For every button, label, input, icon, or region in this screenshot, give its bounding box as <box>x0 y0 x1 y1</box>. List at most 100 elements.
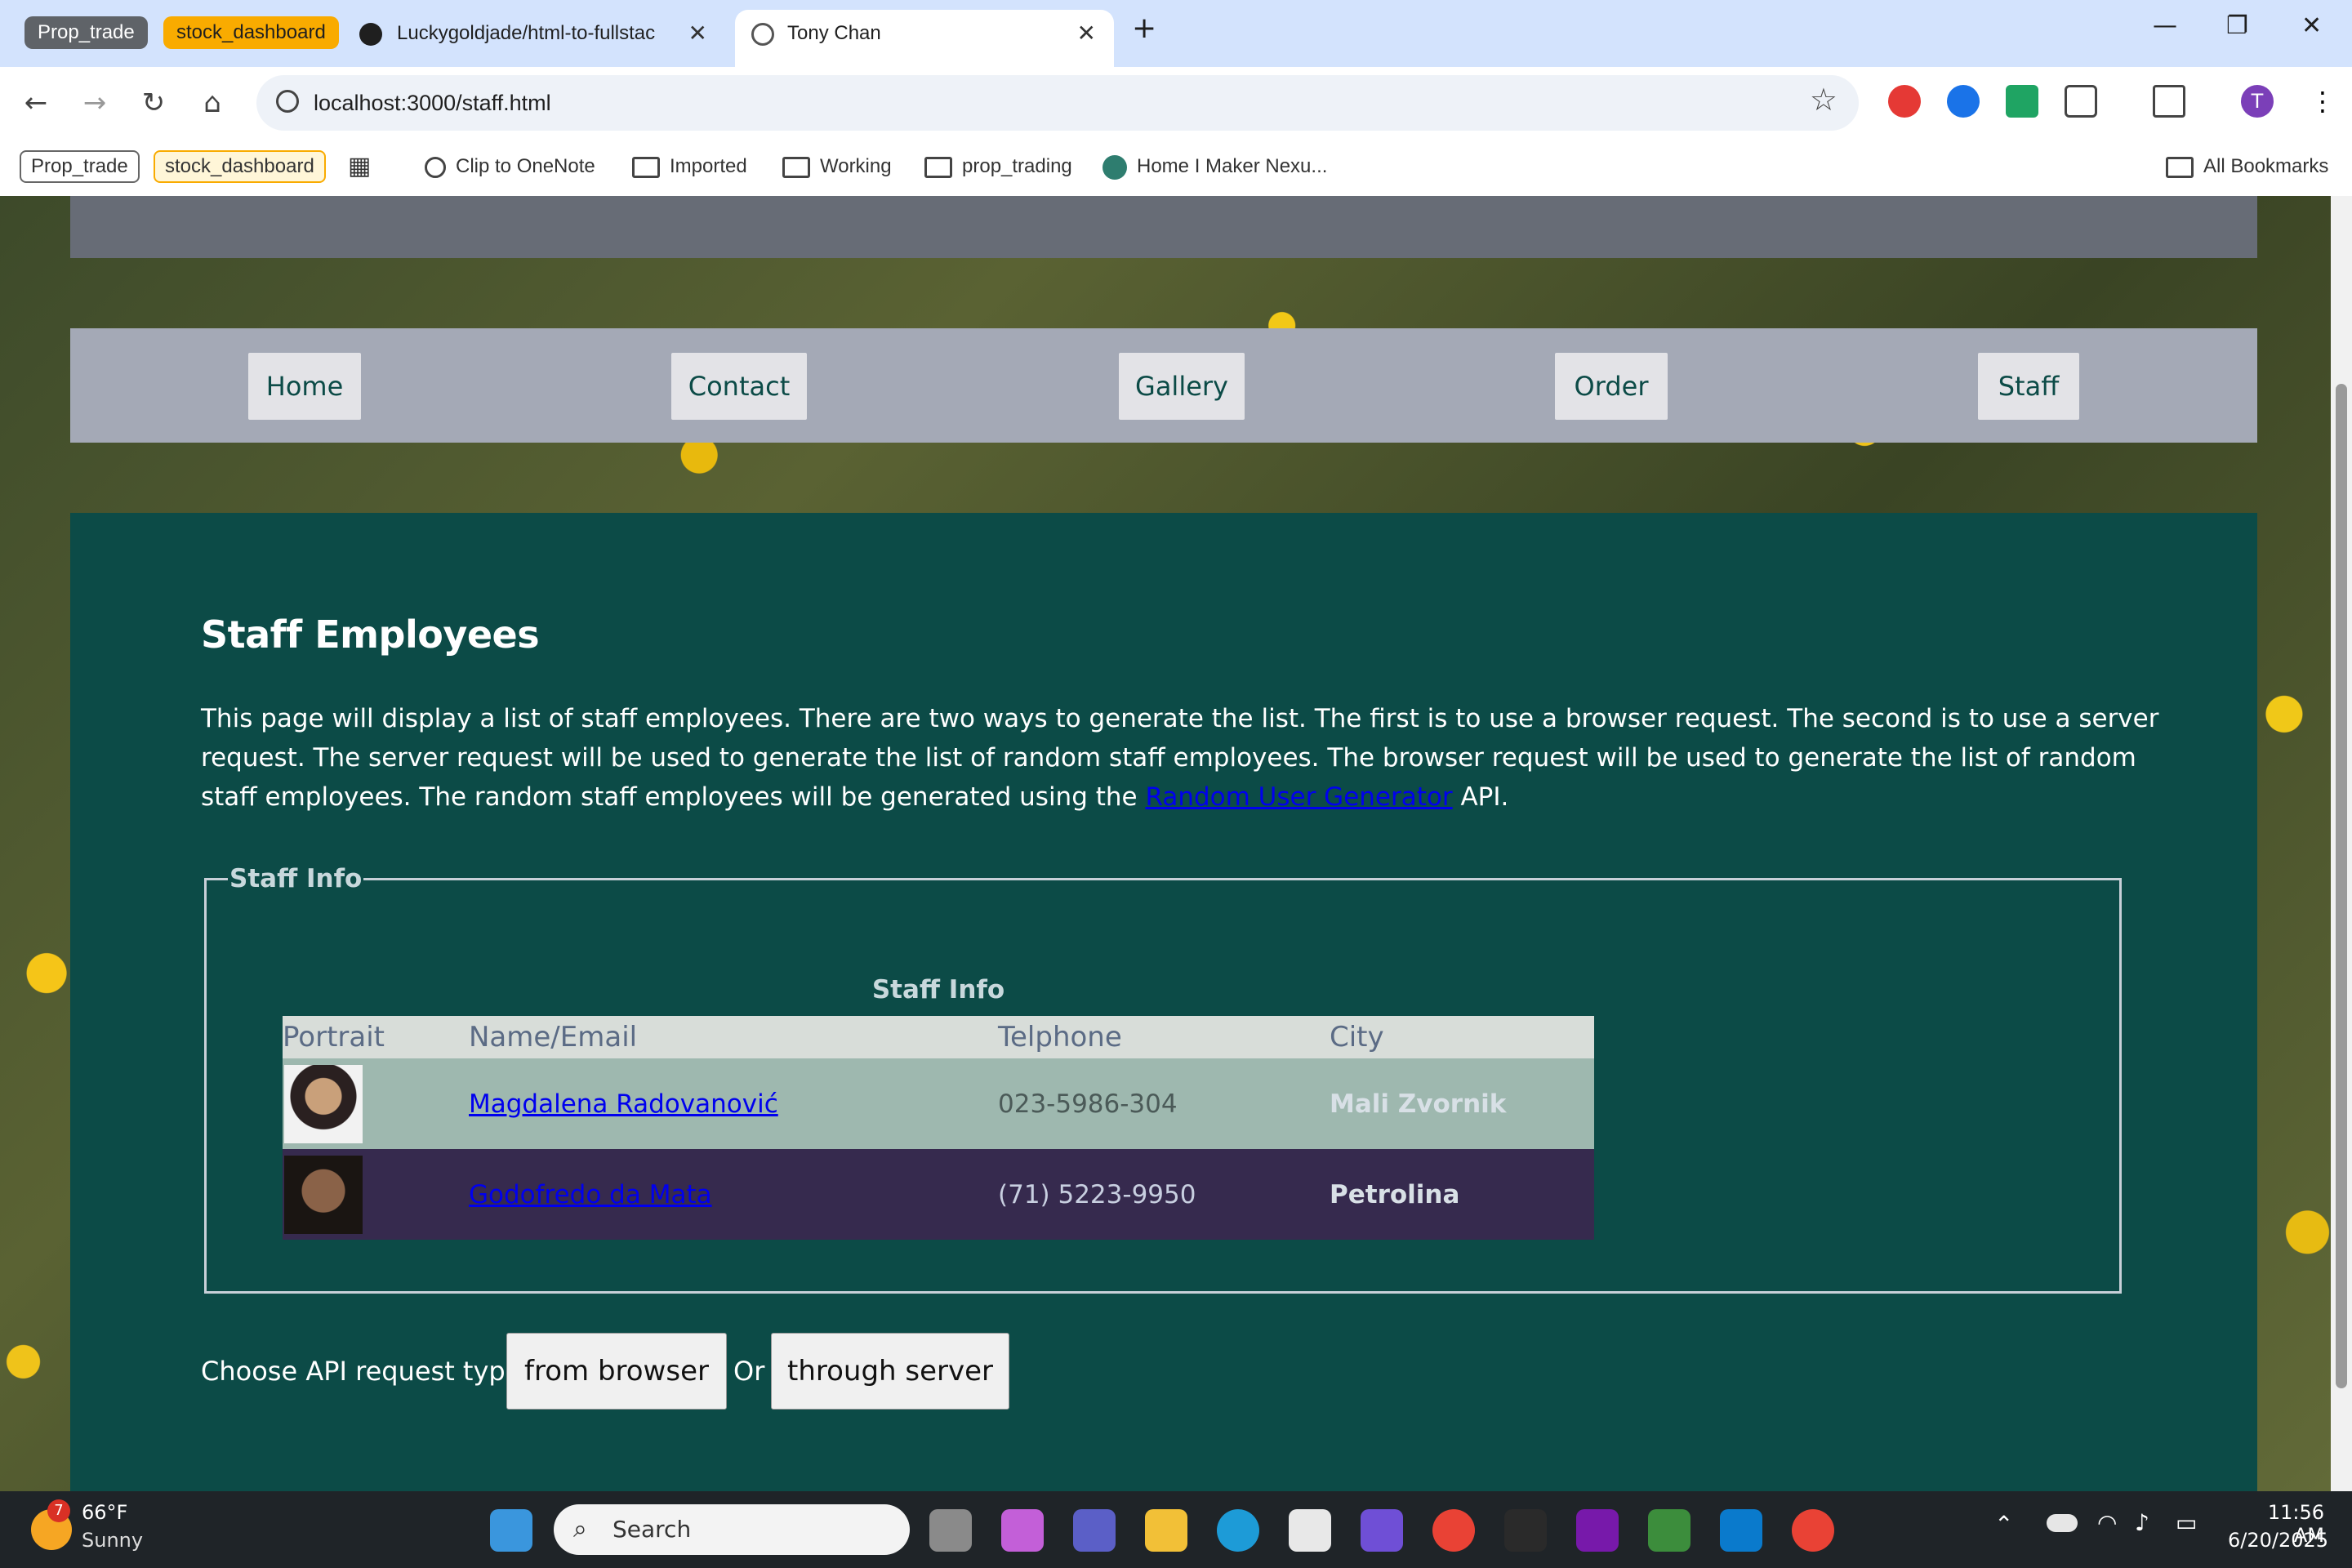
github-icon <box>359 23 382 46</box>
store-icon[interactable] <box>1289 1509 1331 1552</box>
close-window-icon[interactable]: ✕ <box>2301 11 2322 40</box>
nav-staff[interactable]: Staff <box>1978 353 2079 420</box>
profile-avatar[interactable]: T <box>2241 85 2274 118</box>
globe-icon <box>425 156 446 178</box>
vscode-icon[interactable] <box>1720 1509 1762 1552</box>
close-icon[interactable]: ✕ <box>688 10 707 57</box>
chrome-profile-icon[interactable] <box>1792 1509 1834 1552</box>
copilot-icon[interactable] <box>1001 1509 1044 1552</box>
tab-group-prop-trade[interactable]: Prop_trade <box>24 16 148 49</box>
folder-icon <box>924 156 952 178</box>
staff-name-link[interactable]: Godofredo da Mata <box>469 1180 712 1209</box>
weather-temp[interactable]: 66°F <box>82 1501 127 1524</box>
from-browser-button[interactable]: from browser <box>506 1333 727 1410</box>
globe-icon <box>751 23 774 46</box>
reload-icon[interactable]: ↻ <box>134 83 173 122</box>
menu-icon[interactable]: ⋮ <box>2306 85 2339 118</box>
bookmarks-bar: Prop_trade stock_dashboard ▦ Clip to One… <box>0 140 2352 197</box>
taskbar-search[interactable]: ⌕ Search <box>554 1504 910 1555</box>
tab-group-stock-dashboard[interactable]: stock_dashboard <box>163 16 339 49</box>
tab-search-icon[interactable] <box>2153 85 2185 118</box>
through-server-button[interactable]: through server <box>771 1333 1009 1410</box>
star-icon[interactable]: ☆ <box>1810 82 1838 118</box>
tab-active[interactable]: Tony Chan ✕ <box>735 10 1114 67</box>
table-row: Magdalena Radovanović 023-5986-304 Mali … <box>283 1058 1594 1149</box>
staff-info-fieldset: Staff Info Staff Info Portrait Name/Emai… <box>204 864 2122 1294</box>
task-view-icon[interactable] <box>929 1509 972 1552</box>
nav-gallery[interactable]: Gallery <box>1119 353 1245 420</box>
bookmark-group-stock-dashboard[interactable]: stock_dashboard <box>154 150 326 183</box>
m365-icon[interactable] <box>1361 1509 1403 1552</box>
search-icon: ⌕ <box>573 1515 587 1544</box>
nav-home[interactable]: Home <box>248 353 361 420</box>
vertical-scrollbar[interactable] <box>2331 196 2352 1491</box>
onedrive-icon[interactable] <box>2047 1514 2078 1532</box>
main-content: Staff Employees This page will display a… <box>70 513 2257 1491</box>
chrome-icon[interactable] <box>1432 1509 1475 1552</box>
wifi-icon[interactable]: ◠ <box>2097 1509 2117 1536</box>
teams-icon[interactable] <box>1073 1509 1116 1552</box>
zoom-icon[interactable] <box>1947 85 1980 118</box>
onenote-icon[interactable] <box>1576 1509 1619 1552</box>
acrobat-icon[interactable] <box>1504 1509 1547 1552</box>
restore-icon[interactable]: ❐ <box>2226 11 2248 40</box>
edge-icon[interactable] <box>1217 1509 1259 1552</box>
col-portrait: Portrait <box>283 1016 469 1058</box>
page-title: Staff Employees <box>201 612 540 657</box>
col-name-email: Name/Email <box>469 1016 998 1058</box>
folder-icon <box>632 156 660 178</box>
maker-nexus-icon <box>1102 154 1127 180</box>
col-telephone: Telphone <box>998 1016 1330 1058</box>
back-icon[interactable]: ← <box>16 83 56 122</box>
folder-icon <box>2166 156 2194 178</box>
random-user-generator-link[interactable]: Random User Generator <box>1145 782 1452 812</box>
bookmark-imported[interactable]: Imported <box>632 150 747 183</box>
table-header-row: Portrait Name/Email Telphone City <box>283 1016 1594 1058</box>
chevron-up-icon[interactable]: ⌃ <box>1994 1511 2013 1538</box>
scrollbar-thumb[interactable] <box>2336 384 2347 1388</box>
url-text[interactable]: localhost:3000/staff.html <box>314 75 551 131</box>
weather-text[interactable]: Sunny <box>82 1529 143 1552</box>
page-viewport: Home Contact Gallery Order Staff Staff E… <box>0 196 2331 1491</box>
start-icon[interactable] <box>490 1509 532 1552</box>
portrait-image <box>284 1155 363 1234</box>
staff-name-link[interactable]: Magdalena Radovanović <box>469 1089 778 1119</box>
address-bar[interactable]: localhost:3000/staff.html ☆ <box>256 75 1859 131</box>
maps-icon[interactable] <box>1648 1509 1690 1552</box>
col-city: City <box>1330 1016 1594 1058</box>
bookmark-maker-nexus[interactable]: Home I Maker Nexu... <box>1102 150 1327 183</box>
staff-phone: 023-5986-304 <box>998 1058 1330 1149</box>
nav-contact[interactable]: Contact <box>671 353 807 420</box>
clock-date[interactable]: 6/20/2025 <box>2228 1529 2328 1552</box>
staff-table: Portrait Name/Email Telphone City Magdal… <box>283 1016 1594 1240</box>
close-icon[interactable]: ✕ <box>1077 10 1096 57</box>
nav-order[interactable]: Order <box>1555 353 1668 420</box>
new-tab-icon[interactable]: + <box>1132 11 1156 45</box>
tab-github[interactable]: Luckygoldjade/html-to-fullstac ✕ <box>343 10 725 67</box>
file-explorer-icon[interactable] <box>1145 1509 1187 1552</box>
all-bookmarks[interactable]: All Bookmarks <box>2166 150 2328 183</box>
tab-title: Luckygoldjade/html-to-fullstac <box>397 22 656 44</box>
battery-icon[interactable]: ▭ <box>2176 1509 2197 1536</box>
taskbar: 7 66°F Sunny ⌕ Search ⌃ ◠ ♪ ▭ 11:56 AM 6… <box>0 1491 2352 1568</box>
apps-icon[interactable]: ▦ <box>348 150 371 183</box>
bookmark-working[interactable]: Working <box>782 150 892 183</box>
volume-icon[interactable]: ♪ <box>2135 1509 2149 1536</box>
forward-icon[interactable]: → <box>75 83 114 122</box>
minimize-icon[interactable]: — <box>2153 11 2177 40</box>
bookmark-clip-onenote[interactable]: Clip to OneNote <box>425 150 595 183</box>
weather-badge: 7 <box>47 1499 70 1522</box>
staff-city: Mali Zvornik <box>1330 1058 1594 1149</box>
adblock-icon[interactable] <box>1888 85 1921 118</box>
or-label: Or <box>733 1356 765 1387</box>
staff-phone: (71) 5223-9950 <box>998 1149 1330 1240</box>
home-icon[interactable]: ⌂ <box>193 83 232 122</box>
bookmark-prop-trading[interactable]: prop_trading <box>924 150 1072 183</box>
bookmark-group-prop-trade[interactable]: Prop_trade <box>20 150 140 183</box>
nav-bar: Home Contact Gallery Order Staff <box>70 328 2257 443</box>
site-info-icon[interactable] <box>276 90 299 113</box>
tab-title: Tony Chan <box>787 22 881 44</box>
search-extension-icon[interactable] <box>2006 85 2038 118</box>
extensions-icon[interactable] <box>2065 85 2097 118</box>
staff-city: Petrolina <box>1330 1149 1594 1240</box>
